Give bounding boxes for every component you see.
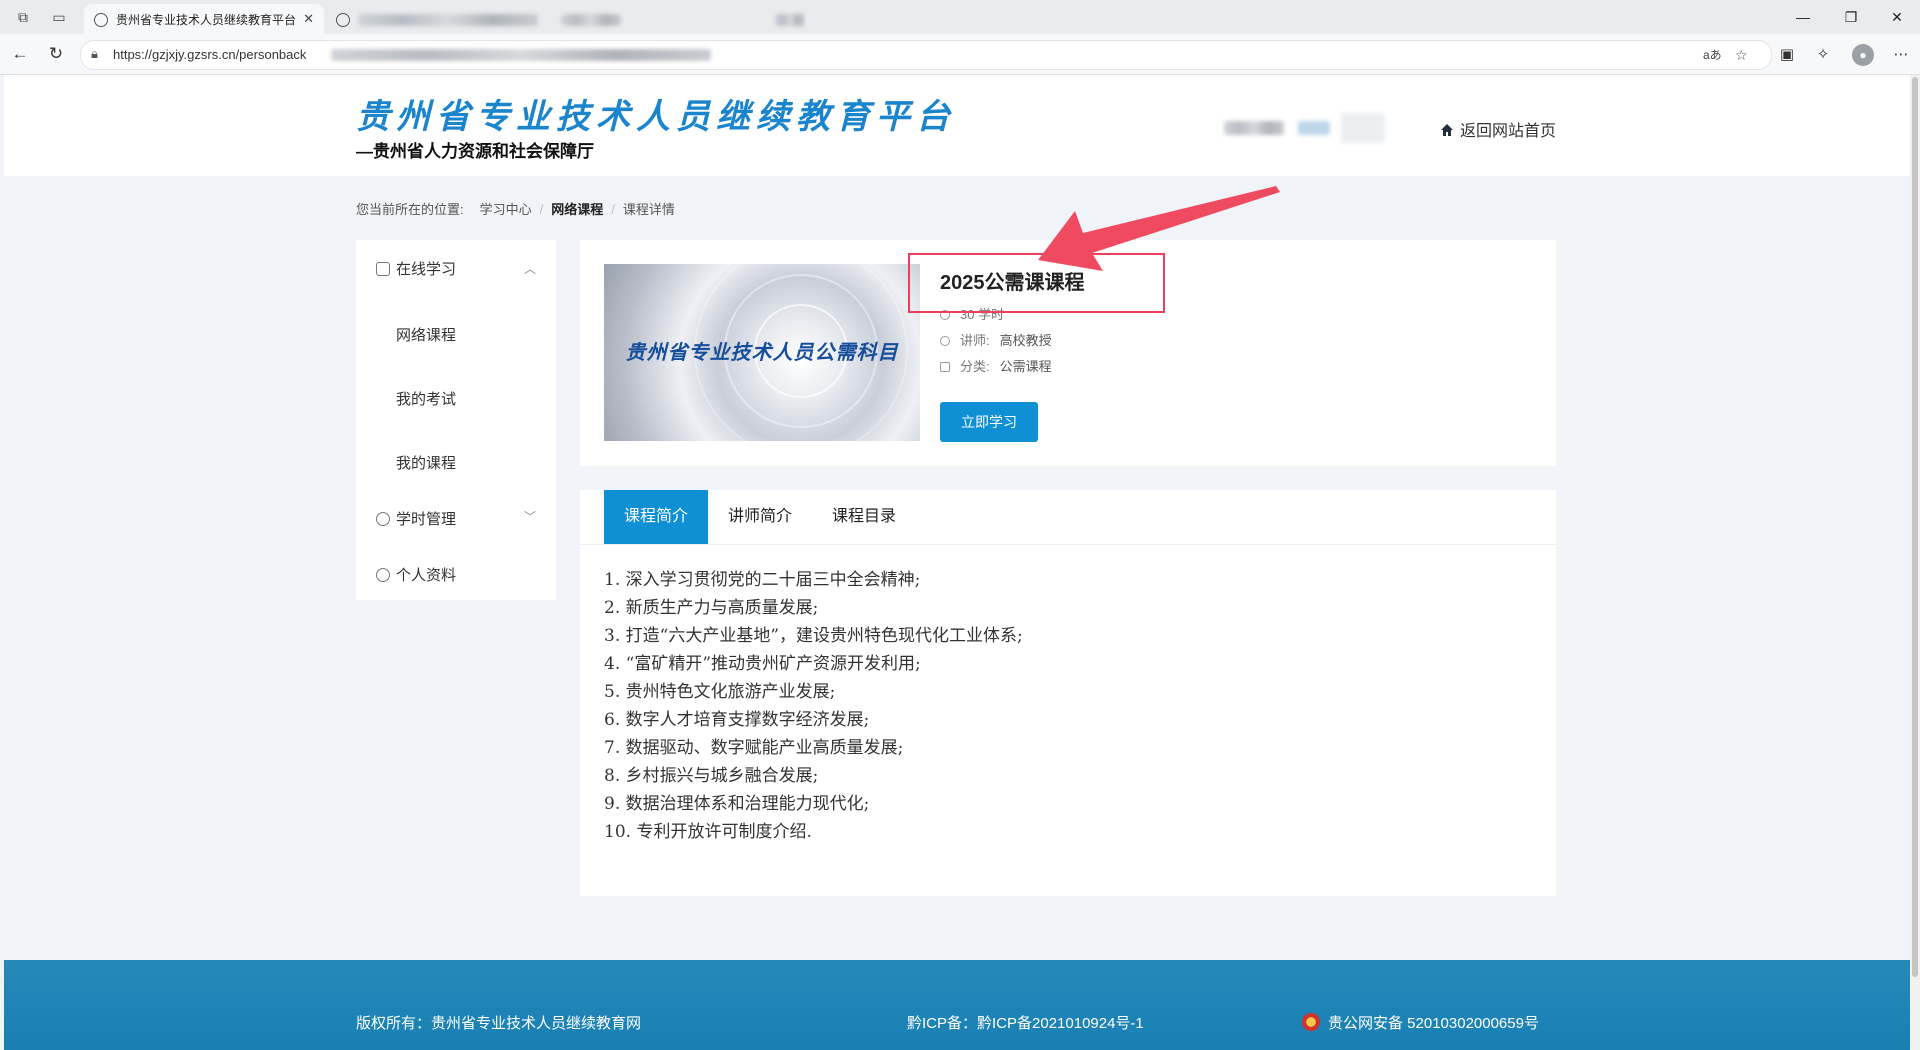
user-icon (376, 568, 390, 582)
category-value: 公需课程 (999, 359, 1052, 374)
home-link[interactable]: 返回网站首页 (1440, 117, 1556, 141)
extensions-puzzle-icon[interactable]: ✧ (1812, 44, 1834, 66)
sidebar-item-my-exams[interactable]: 我的考试 (396, 388, 456, 409)
sidebar-item-my-courses[interactable]: 我的课程 (396, 452, 456, 473)
tab-title: 贵州省专业技术人员继续教育平台 (116, 12, 297, 27)
breadcrumb-study-center[interactable]: 学习中心 (480, 202, 532, 217)
site-footer: 版权所有：贵州省专业技术人员继续教育网 黔ICP备：黔ICP备202101092… (4, 960, 1910, 1050)
chevron-up-icon[interactable]: ︿ (524, 260, 536, 277)
play-icon (376, 262, 390, 276)
site-title: 贵州省专业技术人员继续教育平台 (356, 97, 956, 137)
list-item: 2. 新质生产力与高质量发展; (604, 598, 819, 618)
sidebar-item-label: 在线学习 (396, 261, 457, 278)
list-item: 3. 打造“六大产业基地”，建设贵州特色现代化工业体系; (604, 626, 1023, 646)
list-item: 10. 专利开放许可制度介绍. (604, 822, 812, 842)
home-icon (1441, 124, 1453, 136)
footer-police[interactable]: 贵公网安备 52010302000659号 (1302, 1012, 1539, 1033)
sidebar-item-hours-management[interactable]: 学时管理 (376, 508, 456, 529)
thumbnail-caption: 贵州省专业技术人员公需科目 (625, 340, 899, 364)
blurred-username (1224, 121, 1284, 135)
more-menu-icon[interactable]: ⋯ (1890, 44, 1912, 66)
close-tab-icon[interactable]: ✕ (303, 4, 314, 34)
teacher-value: 高校教授 (999, 333, 1052, 348)
clock-icon (376, 512, 390, 526)
list-item: 4. “富矿精开”推动贵州矿产资源开发利用; (604, 654, 921, 674)
browser-tab-active[interactable]: 贵州省专业技术人员继续教育平台 ✕ (84, 4, 324, 34)
sidebar-item-profile[interactable]: 个人资料 (376, 564, 456, 585)
list-item: 7. 数据驱动、数字赋能产业高质量发展; (604, 738, 904, 758)
footer-police-label: 贵公网安备 52010302000659号 (1328, 1015, 1539, 1032)
restore-icon[interactable]: ❐ (1828, 0, 1874, 34)
chevron-down-icon[interactable]: ﹀ (524, 508, 536, 525)
blurred-username (1298, 121, 1331, 135)
read-aloud-icon[interactable]: aあ (1703, 41, 1722, 69)
blurred-url (331, 49, 711, 61)
course-teacher: 讲师: 高校教授 (940, 330, 1052, 349)
start-study-button[interactable]: 立即学习 (940, 402, 1038, 442)
extension-badge-icon[interactable]: ▣ (1776, 44, 1798, 66)
sidebar: 在线学习 ︿ 网络课程 我的考试 我的课程 学时管理 ﹀ 个人资料 (356, 240, 556, 600)
user-info-blurred (1224, 113, 1385, 143)
highlight-box (908, 253, 1165, 313)
site-subtitle: —贵州省人力资源和社会保障厅 (356, 142, 594, 161)
document-icon (940, 362, 950, 372)
list-item: 6. 数字人才培育支撑数字经济发展; (604, 710, 870, 730)
minimize-icon[interactable]: — (1780, 0, 1826, 34)
blurred-tab-title (358, 13, 538, 26)
browser-tab-inactive[interactable] (326, 4, 806, 34)
address-bar: ← ↻ 🔒︎ https://gzjxjy.gzsrs.cn/personbac… (0, 34, 1920, 75)
tabs-divider (580, 544, 1556, 545)
blurred-username (1340, 113, 1385, 143)
breadcrumb-online-courses[interactable]: 网络课程 (551, 202, 603, 217)
course-category: 分类: 公需课程 (940, 356, 1052, 375)
category-label: 分类: (960, 359, 990, 374)
tab-course-catalog[interactable]: 课程目录 (812, 490, 916, 544)
window-close-icon[interactable]: ✕ (1874, 0, 1920, 34)
url-field[interactable]: 🔒︎ https://gzjxjy.gzsrs.cn/personback aあ… (80, 40, 1772, 70)
course-thumbnail[interactable]: 贵州省专业技术人员公需科目 (604, 264, 920, 441)
workspaces-icon[interactable]: ⧉ (14, 8, 32, 26)
back-icon[interactable]: ← (10, 44, 30, 64)
list-item: 5. 贵州特色文化旅游产业发展; (604, 682, 836, 702)
globe-icon (94, 12, 108, 27)
breadcrumb: 您当前所在的位置: 学习中心 / 网络课程 / 课程详情 (356, 202, 675, 217)
police-emblem-icon (1302, 1013, 1320, 1031)
breadcrumb-course-detail: 课程详情 (622, 202, 675, 217)
site-header: 贵州省专业技术人员继续教育平台 —贵州省人力资源和社会保障厅 返回网站首页 (4, 75, 1910, 176)
course-intro-card: 课程简介 讲师简介 课程目录 1. 深入学习贯彻党的二十届三中全会精神; 2. … (580, 490, 1556, 896)
home-link-label: 返回网站首页 (1460, 123, 1557, 140)
list-item: 1. 深入学习贯彻党的二十届三中全会精神; (604, 570, 921, 590)
sidebar-item-online-courses[interactable]: 网络课程 (396, 324, 456, 345)
sidebar-item-label: 个人资料 (396, 567, 457, 584)
scrollbar-thumb[interactable] (1912, 77, 1918, 977)
list-item: 8. 乡村振兴与城乡融合发展; (604, 766, 819, 786)
browser-tab-bar: ⧉ ▭ 贵州省专业技术人员继续教育平台 ✕ — ❐ ✕ (0, 0, 1920, 34)
globe-icon (336, 12, 350, 27)
tab-actions-icon[interactable]: ▭ (50, 8, 68, 26)
page-scrollbar[interactable] (1910, 75, 1920, 1050)
footer-copyright: 版权所有：贵州省专业技术人员继续教育网 (356, 1015, 642, 1032)
sidebar-item-online-study[interactable]: 在线学习 (376, 258, 456, 279)
blurred-tab-title (561, 13, 622, 26)
refresh-icon[interactable]: ↻ (46, 44, 66, 64)
sidebar-item-label: 学时管理 (396, 511, 457, 528)
favorite-star-icon[interactable]: ☆ (1735, 41, 1748, 69)
teacher-label: 讲师: (960, 333, 990, 348)
tab-teacher-intro[interactable]: 讲师简介 (708, 490, 812, 544)
tab-course-intro[interactable]: 课程简介 (604, 490, 708, 544)
footer-icp[interactable]: 黔ICP备：黔ICP备2021010924号-1 (907, 1012, 1144, 1033)
url-text: https://gzjxjy.gzsrs.cn/personback (113, 47, 307, 62)
user-icon (940, 336, 950, 346)
lock-icon: 🔒︎ (91, 46, 98, 61)
blurred-tab-title (774, 13, 805, 26)
list-item: 9. 数据治理体系和治理能力现代化; (604, 794, 870, 814)
course-intro-list: 1. 深入学习贯彻党的二十届三中全会精神; 2. 新质生产力与高质量发展; 3.… (604, 566, 1023, 846)
profile-avatar-icon[interactable]: ● (1852, 44, 1874, 66)
breadcrumb-prefix: 您当前所在的位置: (356, 202, 464, 217)
